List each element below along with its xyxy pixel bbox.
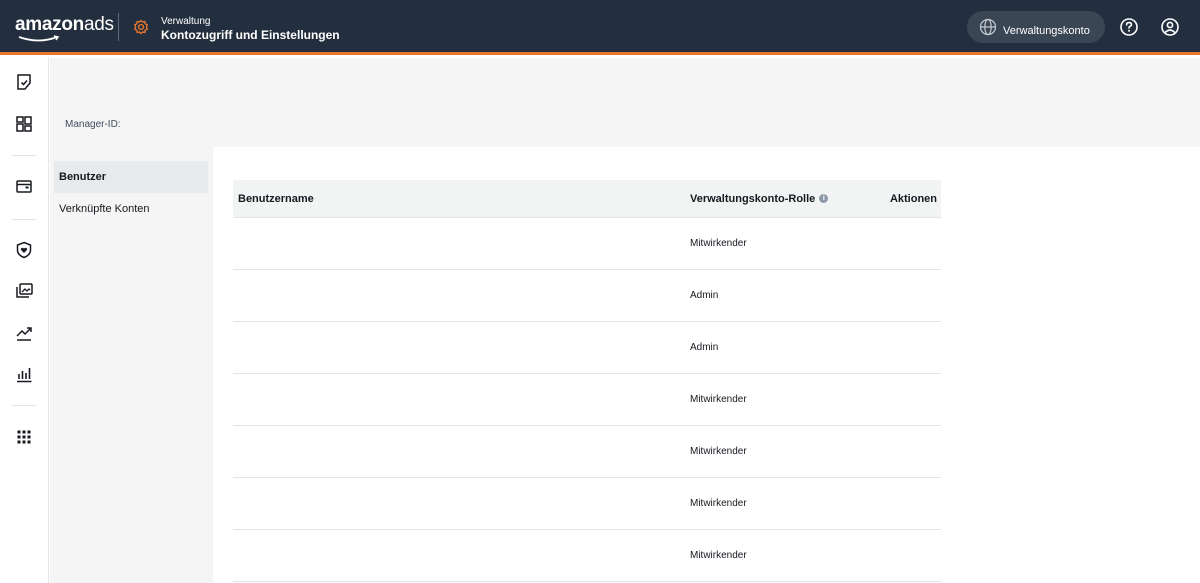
gallery-icon[interactable] [14,281,34,301]
trend-icon[interactable] [14,323,34,343]
column-header-role-label: Verwaltungskonto-Rolle [690,192,816,205]
rail-divider [12,405,36,406]
section-label: Verwaltung [161,16,211,27]
gear-icon [133,19,149,35]
user-profile-icon[interactable] [1160,17,1180,37]
header-title-block: Verwaltung Kontozugriff und Einstellunge… [161,16,340,43]
shield-heart-icon[interactable] [14,240,34,260]
subnav-item-label: Verknüpfte Konten [59,203,150,215]
apps-grid-icon[interactable] [14,427,34,447]
subnav-item-label: Benutzer [59,171,107,183]
info-icon[interactable]: i [819,194,829,203]
logo-text-ads: ads [83,14,114,35]
checklist-icon[interactable] [14,72,34,92]
table-row: Mitwirkender [233,374,941,426]
table-row: Admin [233,322,941,374]
help-icon[interactable] [1119,17,1139,37]
bar-chart-icon[interactable] [14,364,34,384]
rail-divider [12,219,36,220]
settings-subnav: Benutzer Verknüpfte Konten [54,161,208,225]
users-table: Benutzername Verwaltungskonto-Rolle i Ak… [233,180,941,582]
table-row: Mitwirkender [233,218,941,270]
rail-divider [12,155,36,156]
globe-icon [979,18,997,36]
column-header-actions: Aktionen [889,192,937,205]
cell-role: Mitwirkender [690,238,747,249]
content-panel: Benutzername Verwaltungskonto-Rolle i Ak… [213,147,1200,583]
top-bar: amazonads Verwaltung Kontozugriff und Ei… [0,0,1200,55]
cell-role: Mitwirkender [690,550,747,561]
account-label: Verwaltungskonto [1003,25,1090,37]
cell-role: Mitwirkender [690,446,747,457]
dashboard-icon[interactable] [14,114,34,134]
subnav-item-linked-accounts[interactable]: Verknüpfte Konten [54,193,208,225]
main-area: Manager-ID: Benutzer Verknüpfte Konten B… [50,58,1200,583]
header-divider [118,13,119,41]
amazon-ads-logo[interactable]: amazonads [15,14,114,36]
cell-role: Mitwirkender [690,394,747,405]
manager-id-label: Manager-ID: [65,119,121,130]
logo-smile-icon [18,35,60,42]
cell-role: Admin [690,342,719,353]
table-row: Admin [233,270,941,322]
logo-text-amazon: amazon [15,14,84,35]
table-header: Benutzername Verwaltungskonto-Rolle i Ak… [233,180,941,218]
subnav-item-users[interactable]: Benutzer [54,161,208,193]
cell-role: Admin [690,290,719,301]
table-row: Mitwirkender [233,530,941,582]
column-header-username[interactable]: Benutzername [233,193,690,205]
account-switcher[interactable]: Verwaltungskonto [967,11,1105,43]
table-row: Mitwirkender [233,426,941,478]
cell-role: Mitwirkender [690,498,747,509]
wallet-icon[interactable] [14,176,34,196]
page-title: Kontozugriff und Einstellungen [161,28,340,42]
column-header-role: Verwaltungskonto-Rolle i [690,193,880,205]
table-row: Mitwirkender [233,478,941,530]
left-icon-rail [0,58,49,583]
